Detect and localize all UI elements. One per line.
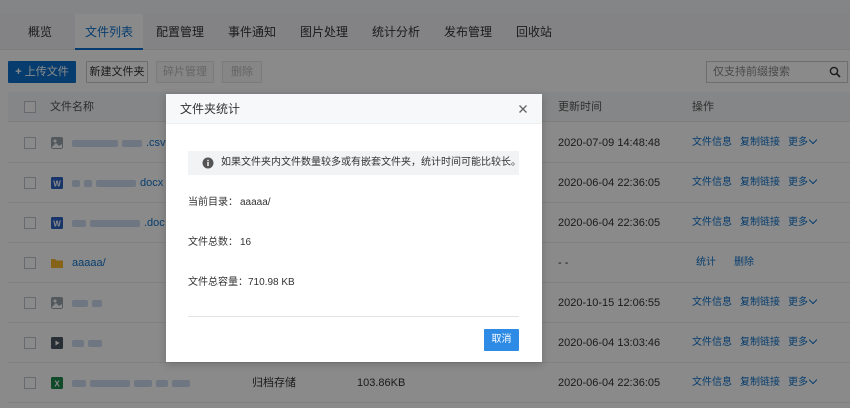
info-notice: 如果文件夹内文件数量较多或有嵌套文件夹，统计时间可能比较长。 — [188, 151, 521, 175]
current-dir-label: 当前目录： — [188, 197, 238, 208]
total-size-label: 文件总容量： — [188, 277, 248, 288]
file-count-value: 16 — [240, 237, 252, 248]
close-icon[interactable] — [516, 102, 530, 116]
current-dir-value: aaaaa/ — [240, 197, 271, 208]
notice-text: 如果文件夹内文件数量较多或有嵌套文件夹，统计时间可能比较长。 — [221, 157, 521, 168]
cancel-button[interactable]: 取消 — [484, 329, 519, 351]
file-count-label: 文件总数： — [188, 237, 238, 248]
current-dir-row: 当前目录： aaaaa/ — [188, 196, 271, 210]
dialog-header: 文件夹统计 — [166, 94, 542, 124]
file-count-row: 文件总数： 16 — [188, 236, 251, 250]
dialog-divider — [188, 316, 519, 317]
folder-stats-dialog: 文件夹统计 如果文件夹内文件数量较多或有嵌套文件夹，统计时间可能比较长。 当前目… — [166, 94, 542, 362]
total-size-row: 文件总容量： 710.98 KB — [188, 276, 295, 290]
total-size-value: 710.98 KB — [248, 277, 295, 288]
dialog-title: 文件夹统计 — [180, 102, 241, 116]
info-icon — [202, 157, 214, 169]
